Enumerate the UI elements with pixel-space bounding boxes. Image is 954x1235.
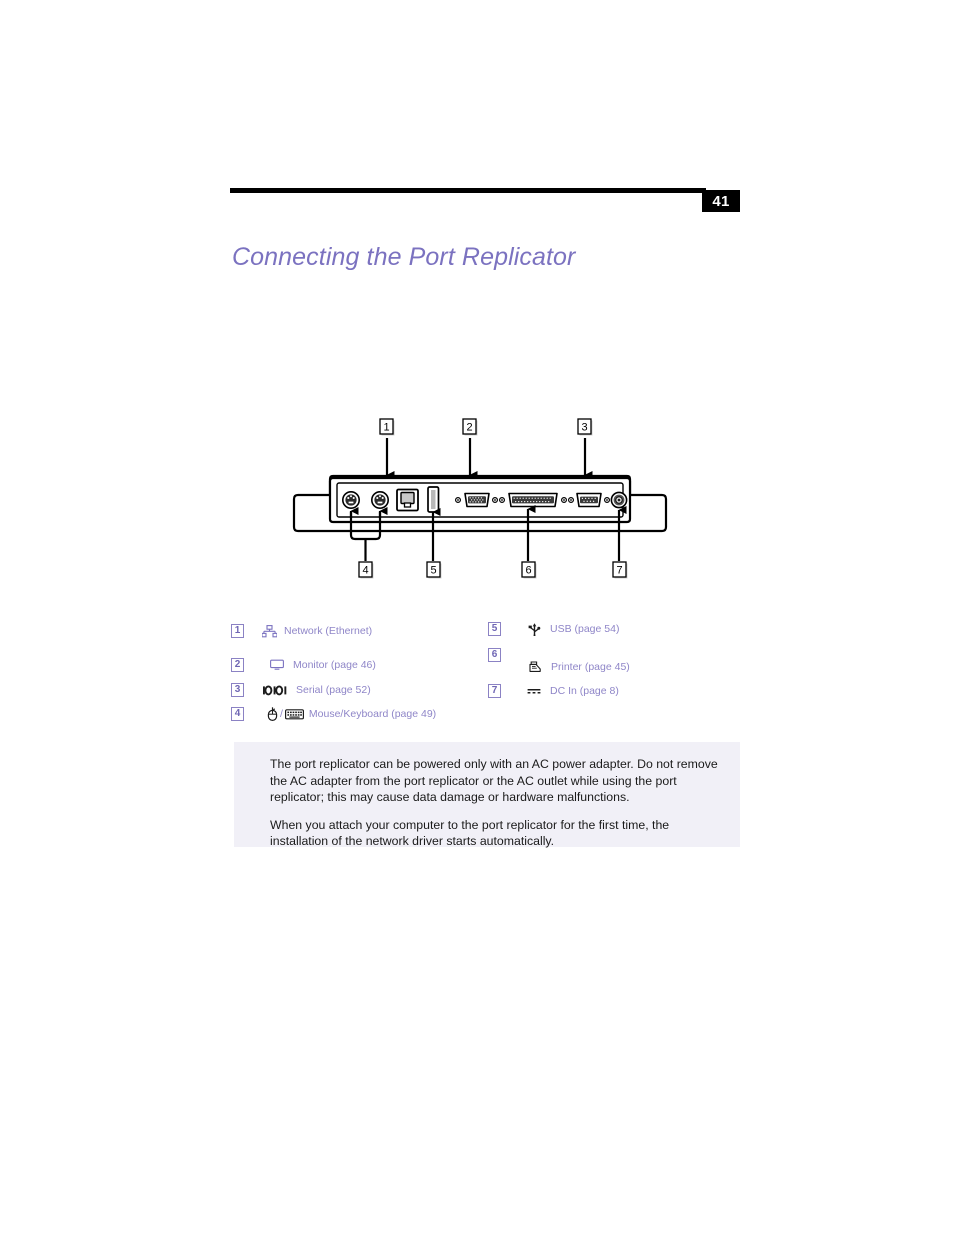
- note-paragraph-2: When you attach your computer to the por…: [270, 817, 670, 849]
- callout-4: 4: [358, 561, 374, 579]
- dc-in-port: [610, 491, 628, 509]
- legend-item-serial: 3 Serial (page 52): [231, 683, 371, 701]
- page-header: [230, 188, 740, 218]
- svg-text:7: 7: [616, 564, 622, 576]
- legend-item-usb: 5 USB (page 54): [488, 622, 619, 640]
- legend-item-dc-in: 7 DC In (page 8): [488, 684, 619, 702]
- legend-number-5: 5: [488, 622, 501, 636]
- legend-number-4: 4: [231, 707, 244, 721]
- legend-label-monitor: Monitor (page 46): [293, 659, 376, 671]
- note-paragraph-1: The port replicator can be powered only …: [270, 757, 718, 804]
- legend-label-dc-in: DC In (page 8): [550, 685, 619, 697]
- legend-number-1: 1: [231, 624, 244, 638]
- svg-text:1: 1: [383, 421, 389, 433]
- printer-icon: [523, 660, 545, 674]
- monitor-icon: [266, 658, 288, 672]
- note-box: The port replicator can be powered only …: [234, 742, 740, 849]
- network-ethernet-icon: [258, 624, 280, 638]
- port-replicator-diagram: 1 2 3 4 5 6 7: [280, 415, 680, 595]
- legend-item-printer-number: 6: [488, 648, 501, 666]
- callout-6: 6: [521, 561, 537, 579]
- legend-label-network: Network (Ethernet): [284, 625, 373, 637]
- legend-label-usb: USB (page 54): [550, 623, 620, 635]
- callout-5: 5: [426, 561, 442, 579]
- legend-number-3: 3: [231, 683, 244, 697]
- svg-text:6: 6: [525, 564, 531, 576]
- legend-item-monitor: 2 Monitor (page 46): [231, 658, 376, 676]
- legend-item-printer: Printer (page 45): [523, 660, 630, 678]
- callout-7: 7: [612, 561, 628, 579]
- keyboard-icon: [285, 707, 305, 721]
- callout-2: 2: [462, 418, 478, 436]
- serial-icon: [262, 683, 292, 697]
- callout-1: 1: [379, 418, 395, 436]
- legend-separator: /: [280, 708, 283, 720]
- ps2-keyboard-port: [371, 491, 390, 510]
- legend-label-printer: Printer (page 45): [551, 661, 630, 673]
- svg-text:5: 5: [430, 564, 436, 576]
- legend-number-6: 6: [488, 648, 501, 662]
- legend-label-mouse-keyboard: Mouse/Keyboard (page 49): [308, 708, 437, 720]
- legend-label-serial: Serial (page 52): [296, 684, 371, 696]
- mouse-icon: [266, 707, 278, 721]
- page-number-badge: 41: [702, 190, 740, 212]
- dc-in-icon: [523, 684, 545, 698]
- page-title: Connecting the Port Replicator: [232, 243, 576, 271]
- legend-number-2: 2: [231, 658, 244, 672]
- usb-port: [427, 486, 440, 513]
- legend-number-7: 7: [488, 684, 501, 698]
- usb-icon: [523, 622, 545, 636]
- svg-text:3: 3: [581, 421, 587, 433]
- svg-text:4: 4: [362, 564, 368, 576]
- callout-3: 3: [577, 418, 593, 436]
- header-rule: [230, 188, 706, 193]
- ps2-mouse-port: [341, 491, 360, 510]
- legend-item-network: 1 Network (Ethernet): [231, 624, 372, 642]
- port-legend: 1 Network (Ethernet) 2 Monitor (page 46)…: [231, 620, 745, 730]
- legend-item-mouse-keyboard: 4 / Mouse/Keyboard (page 49): [231, 707, 436, 725]
- ethernet-rj45-port: [396, 488, 419, 512]
- svg-text:2: 2: [466, 421, 472, 433]
